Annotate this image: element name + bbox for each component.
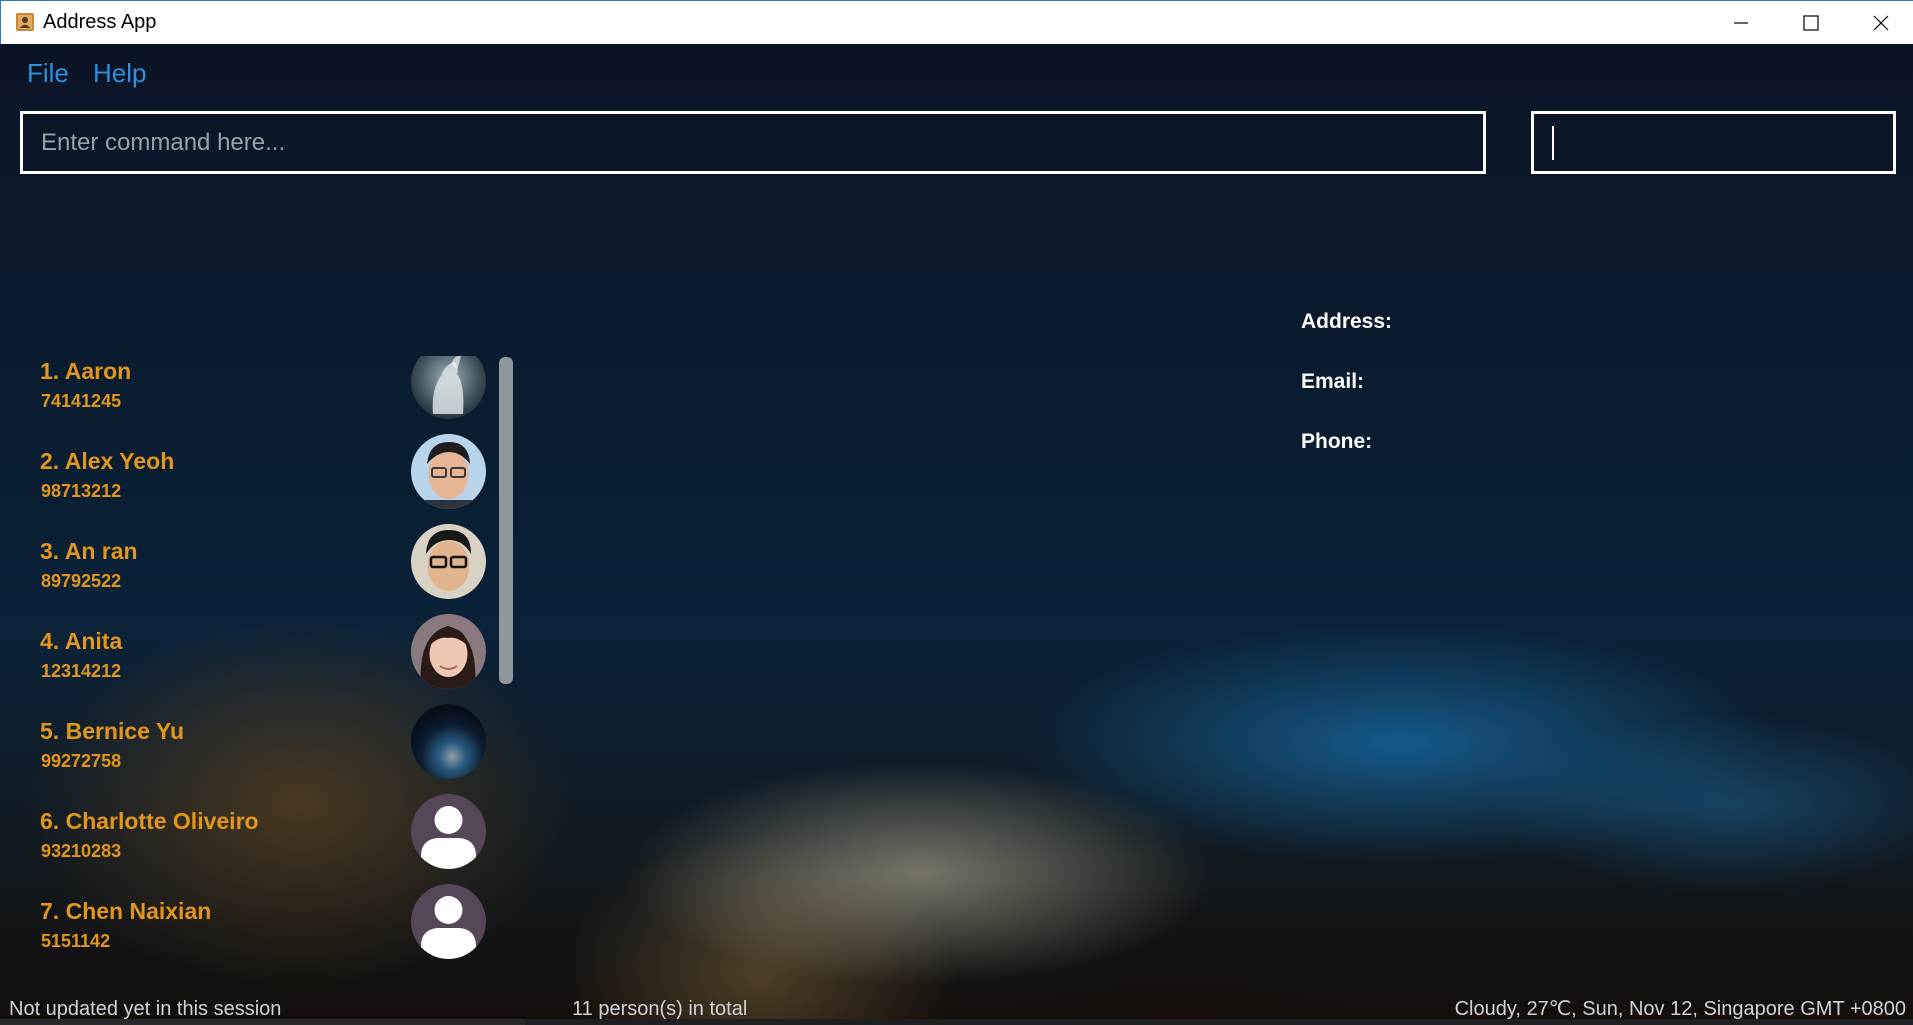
maximize-button[interactable] (1776, 1, 1846, 45)
menu-file[interactable]: File (27, 56, 69, 90)
man-photo-icon (411, 434, 486, 509)
person-card[interactable]: 2. Alex Yeoh 98713212 (0, 434, 500, 536)
person-phone: 12314212 (41, 661, 122, 681)
person-phone: 74141245 (41, 391, 122, 411)
maximize-icon (1803, 15, 1819, 31)
main-panel: File Help 1. Aaron 74141245 (0, 44, 1913, 1025)
person-name: 2. Alex Yeoh (40, 448, 175, 474)
command-box (20, 111, 1486, 174)
command-input[interactable] (23, 114, 1483, 171)
address-app-window: Address App File Help Enter command here… (0, 0, 1913, 1025)
person-card[interactable]: 4. Anita 12314212 (0, 614, 500, 716)
avatar (411, 524, 486, 599)
horse-photo-icon (411, 356, 486, 419)
person-card[interactable]: 1. Aaron 74141245 (0, 356, 500, 446)
person-phone: 89792522 (41, 571, 122, 591)
person-name: 7. Chen Naixian (40, 898, 212, 924)
total-persons: 11 person(s) in total (572, 998, 748, 1020)
result-display[interactable] (1531, 111, 1896, 174)
close-icon (1873, 15, 1889, 31)
text-caret (1552, 126, 1554, 160)
title-bar: Address App (0, 0, 1913, 44)
night-sky-photo-icon (411, 704, 486, 779)
window-title: Address App (43, 11, 157, 33)
person-phone: 98713212 (41, 481, 122, 501)
person-card[interactable]: 3. An ran 89792522 (0, 524, 500, 626)
email-label: Email: (1301, 370, 1365, 393)
person-card[interactable]: 6. Charlotte Oliveiro 93210283 (0, 794, 500, 896)
person-phone: 5151142 (41, 931, 111, 951)
close-button[interactable] (1846, 1, 1913, 45)
person-card[interactable]: 5. Bernice Yu 99272758 (0, 704, 500, 806)
person-name: 5. Bernice Yu (40, 718, 185, 744)
avatar (411, 704, 486, 779)
list-scrollbar[interactable] (499, 357, 513, 684)
address-label: Address: (1301, 310, 1393, 333)
person-list[interactable]: 1. Aaron 74141245 2. Alex Yeoh 98713212 … (0, 356, 500, 1016)
default-user-icon (411, 794, 486, 869)
phone-label: Phone: (1301, 430, 1373, 453)
avatar (411, 884, 486, 959)
menu-help[interactable]: Help (93, 56, 146, 90)
weather-status: Cloudy, 27℃, Sun, Nov 12, Singapore GMT … (1454, 998, 1906, 1020)
avatar (411, 434, 486, 509)
person-card[interactable]: 7. Chen Naixian 5151142 (0, 884, 500, 986)
minimize-icon (1734, 22, 1748, 24)
person-name: 1. Aaron (40, 358, 132, 384)
person-phone: 93210283 (41, 841, 122, 861)
minimize-button[interactable] (1706, 1, 1776, 45)
status-strip (0, 1019, 1913, 1025)
status-strip-segment (525, 1019, 1913, 1025)
address-book-icon (16, 13, 34, 31)
person-name: 4. Anita (40, 628, 123, 654)
sync-status: Not updated yet in this session (9, 998, 282, 1020)
default-user-icon (411, 884, 486, 959)
person-name: 6. Charlotte Oliveiro (40, 808, 259, 834)
woman-photo-icon (411, 614, 486, 689)
avatar (411, 356, 486, 419)
avatar (411, 794, 486, 869)
man-photo-icon (411, 524, 486, 599)
person-phone: 99272758 (41, 751, 122, 771)
avatar (411, 614, 486, 689)
person-name: 3. An ran (40, 538, 138, 564)
